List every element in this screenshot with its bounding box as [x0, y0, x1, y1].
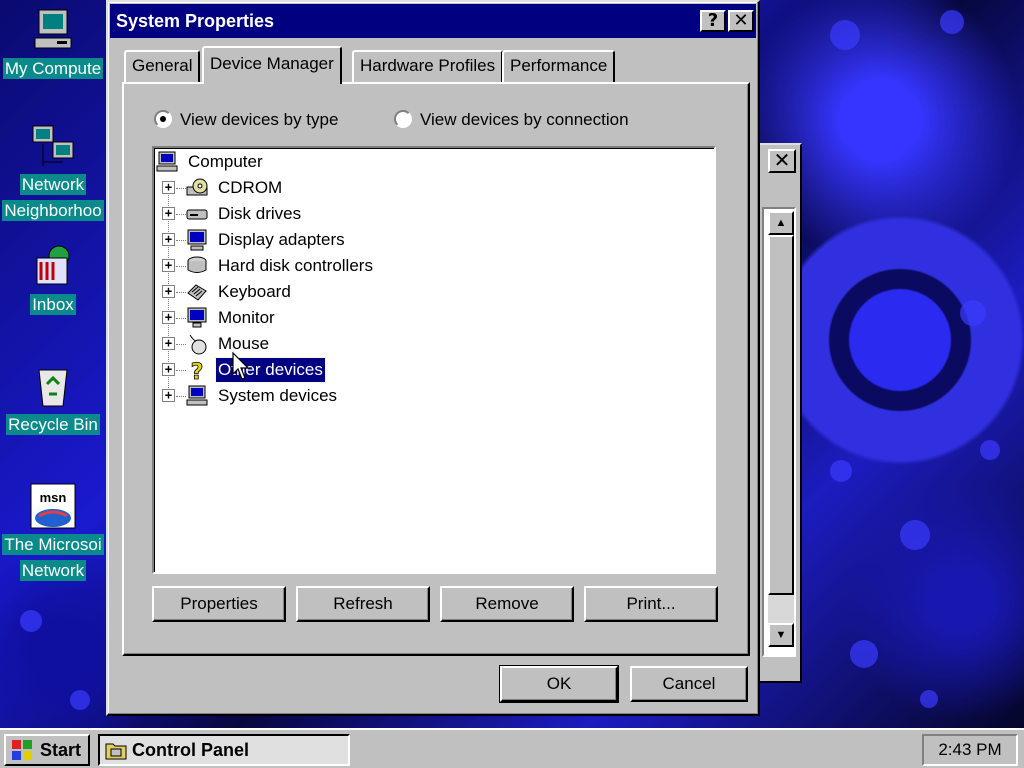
expand-plus-icon[interactable]: + [162, 181, 175, 194]
mouse-pointer-icon [232, 352, 250, 380]
windows-logo-icon [12, 740, 32, 760]
tree-item-label: Monitor [218, 308, 275, 327]
expand-plus-icon[interactable]: + [162, 363, 175, 376]
scroll-up-arrow-icon[interactable]: ▲ [768, 211, 794, 235]
print-button[interactable]: Print... [584, 586, 718, 622]
cancel-button[interactable]: Cancel [630, 666, 748, 702]
desktop-icon-label-line2: Neighborhoo [2, 200, 104, 221]
ok-button[interactable]: OK [499, 665, 619, 703]
system-tray-clock[interactable]: 2:43 PM [922, 734, 1018, 766]
tree-item-cdrom[interactable]: + CDROM [154, 176, 454, 200]
tree-item-hard-disk-controllers[interactable]: + Hard disk controllers [154, 254, 454, 278]
svg-text:msn: msn [40, 490, 67, 505]
desktop-icon-label: My Compute [2, 58, 104, 79]
radio-button[interactable] [394, 110, 412, 128]
radio-view-by-type[interactable]: View devices by type [154, 108, 338, 132]
hard-disk-controller-icon [187, 256, 207, 273]
my-computer-icon [34, 9, 72, 49]
control-panel-icon [105, 743, 127, 760]
task-label: Control Panel [132, 740, 250, 760]
expand-plus-icon[interactable]: + [162, 233, 175, 246]
refresh-button[interactable]: Refresh [296, 586, 430, 622]
scroll-down-arrow-icon[interactable]: ▼ [768, 623, 794, 647]
title-bar[interactable]: System Properties ? ✕ [110, 4, 756, 38]
start-label: Start [40, 740, 82, 760]
tab-performance[interactable]: Performance [502, 50, 616, 82]
expand-plus-icon[interactable]: + [162, 259, 175, 272]
desktop-icon-recycle-bin[interactable]: Recycle Bin [0, 362, 106, 440]
desktop-icon-label: The Microsoi [2, 534, 104, 555]
background-window-scrollbar[interactable]: ▲ ▼ [768, 211, 794, 647]
expand-plus-icon[interactable]: + [162, 389, 175, 402]
taskbar: Start Control Panel 2:43 PM [0, 728, 1024, 768]
background-window-close-button[interactable]: ✕ [768, 149, 796, 173]
tree-item-label: System devices [218, 386, 338, 405]
taskbar-item-control-panel[interactable]: Control Panel [98, 734, 350, 766]
question-mark-icon: ? [190, 360, 204, 381]
start-button[interactable]: Start [4, 734, 90, 766]
radio-label: View devices by connection [420, 110, 629, 129]
tree-item-mouse[interactable]: + Mouse [154, 332, 454, 356]
help-button[interactable]: ? [700, 10, 726, 32]
mouse-icon [189, 334, 207, 355]
svg-text:?: ? [191, 360, 204, 381]
expand-plus-icon[interactable]: + [162, 207, 175, 220]
system-devices-icon [186, 385, 208, 406]
properties-button[interactable]: Properties [152, 586, 286, 622]
tree-item-label: Computer [188, 152, 263, 171]
network-neighborhood-icon [32, 125, 74, 166]
radio-button-checked[interactable] [154, 110, 172, 128]
desktop-icon-network-neighborhood[interactable]: Network Neighborhoo [0, 122, 106, 226]
desktop-icon-label: Recycle Bin [6, 414, 100, 435]
desktop-icon-label-line2: Network [19, 560, 87, 581]
expand-plus-icon[interactable]: + [162, 311, 175, 324]
radio-label: View devices by type [180, 110, 339, 129]
inbox-icon [36, 245, 70, 285]
scroll-thumb[interactable] [768, 235, 794, 595]
desktop-icon-label: Inbox [30, 294, 76, 315]
msn-icon: msn [30, 483, 76, 529]
tab-device-manager[interactable]: Device Manager [202, 46, 342, 84]
tree-item-keyboard[interactable]: + Keyboard [154, 280, 454, 304]
clock: 2:43 PM [938, 740, 1002, 759]
tree-item-disk-drives[interactable]: + Disk drives [154, 202, 454, 226]
tree-item-other-devices[interactable]: + ? Other devices [154, 357, 454, 383]
tab-general[interactable]: General [124, 50, 201, 82]
tree-item-label: Disk drives [218, 204, 302, 223]
desktop-icon-inbox[interactable]: Inbox [0, 242, 106, 320]
tree-item-label: Keyboard [218, 282, 291, 301]
expand-plus-icon[interactable]: + [162, 285, 175, 298]
tab-hardware-profiles[interactable]: Hardware Profiles [352, 50, 504, 82]
tree-item-system-devices[interactable]: + System devices [154, 384, 454, 408]
tree-item-display-adapters[interactable]: + Display adapters [154, 228, 454, 252]
expand-plus-icon[interactable]: + [162, 337, 175, 350]
recycle-bin-icon [38, 369, 68, 407]
display-adapter-icon [187, 229, 207, 251]
desktop-icon-msn[interactable]: msn The Microsoi Network [0, 482, 106, 586]
system-properties-dialog: System Properties ? ✕ General Device Man… [106, 0, 760, 716]
tree-item-label: CDROM [218, 178, 283, 197]
tree-item-label: Hard disk controllers [218, 256, 373, 275]
dialog-title: System Properties [116, 11, 275, 31]
close-button[interactable]: ✕ [728, 10, 754, 32]
keyboard-icon [187, 284, 207, 301]
cdrom-icon [186, 178, 208, 196]
tree-item-monitor[interactable]: + Monitor [154, 306, 454, 330]
desktop-icon-my-computer[interactable]: My Compute [0, 6, 106, 84]
radio-view-by-connection[interactable]: View devices by connection [394, 108, 629, 132]
disk-drive-icon [186, 209, 208, 220]
computer-icon [156, 151, 178, 172]
remove-button[interactable]: Remove [440, 586, 574, 622]
tree-item-label: Display adapters [218, 230, 345, 249]
monitor-icon [187, 307, 207, 328]
desktop-icon-label: Network [19, 174, 87, 195]
tree-root-computer[interactable]: Computer [154, 150, 454, 174]
